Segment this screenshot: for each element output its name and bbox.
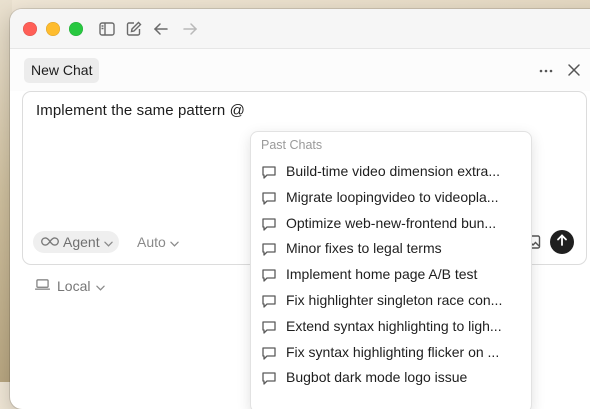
agent-mode-label: Agent xyxy=(63,234,100,250)
app-window: New Chat Implement the same pattern @ Ag xyxy=(10,9,590,409)
past-chat-label: Migrate loopingvideo to videopla... xyxy=(286,188,499,205)
more-horizontal-icon[interactable] xyxy=(537,63,555,79)
past-chat-item[interactable]: Optimize web-new-frontend bun... xyxy=(251,211,531,237)
chat-bubble-icon xyxy=(261,241,277,257)
past-chat-item[interactable]: Implement home page A/B test xyxy=(251,262,531,288)
composer-input-text[interactable]: Implement the same pattern @ xyxy=(36,102,245,119)
environment-dropdown[interactable]: Local xyxy=(34,276,106,296)
chat-bubble-icon xyxy=(261,190,277,206)
send-button[interactable] xyxy=(550,230,574,254)
past-chats-header: Past Chats xyxy=(261,138,323,152)
past-chat-label: Fix highlighter singleton race con... xyxy=(286,292,503,308)
close-window-button[interactable] xyxy=(23,22,37,36)
chat-bubble-icon xyxy=(261,370,277,386)
chat-bubble-icon xyxy=(261,216,277,232)
past-chat-label: Fix syntax highlighting flicker on ... xyxy=(286,343,500,360)
past-chat-item[interactable]: Build-time video dimension extra... xyxy=(251,159,531,185)
minimize-window-button[interactable] xyxy=(46,22,60,36)
past-chat-item[interactable]: Fix syntax highlighting flicker on ... xyxy=(251,340,531,366)
past-chat-item[interactable]: Bugbot dark mode logo issue xyxy=(251,365,531,391)
zoom-window-button[interactable] xyxy=(69,22,83,36)
laptop-icon xyxy=(34,276,51,296)
environment-label: Local xyxy=(57,278,91,294)
title-bar xyxy=(10,9,590,49)
past-chat-label: Optimize web-new-frontend bun... xyxy=(286,214,497,231)
chevron-down-icon xyxy=(103,231,113,253)
chat-bubble-icon xyxy=(261,345,277,361)
past-chat-item[interactable]: Fix highlighter singleton race con... xyxy=(251,288,531,314)
past-chat-item[interactable]: Migrate loopingvideo to videopla... xyxy=(251,185,531,211)
past-chat-label: Minor fixes to legal terms xyxy=(286,240,442,257)
past-chat-item[interactable]: Minor fixes to legal terms xyxy=(251,236,531,262)
close-icon[interactable] xyxy=(566,62,582,78)
arrow-left-icon[interactable] xyxy=(152,20,170,38)
agent-mode-dropdown[interactable]: Agent xyxy=(33,231,119,253)
past-chats-popover: Past Chats Build-time video dimension ex… xyxy=(250,131,532,409)
chat-bubble-icon xyxy=(261,293,277,309)
sidebar-toggle-icon[interactable] xyxy=(98,20,116,38)
infinity-icon xyxy=(41,231,59,253)
model-dropdown[interactable]: Auto xyxy=(137,231,179,253)
tab-new-chat[interactable]: New Chat xyxy=(24,58,100,83)
past-chat-label: Build-time video dimension extra... xyxy=(286,163,500,179)
arrow-up-icon xyxy=(556,233,568,251)
compose-icon[interactable] xyxy=(125,20,143,38)
tab-bar: New Chat xyxy=(10,49,590,91)
chevron-down-icon xyxy=(170,231,179,253)
past-chat-label: Extend syntax highlighting to ligh... xyxy=(286,317,502,334)
model-label: Auto xyxy=(137,234,166,250)
chevron-down-icon xyxy=(96,276,106,296)
chat-bubble-icon xyxy=(261,164,277,180)
chat-bubble-icon xyxy=(261,319,277,335)
past-chat-label: Implement home page A/B test xyxy=(286,266,478,283)
past-chat-item[interactable]: Extend syntax highlighting to ligh... xyxy=(251,314,531,340)
past-chat-label: Bugbot dark mode logo issue xyxy=(286,369,468,386)
arrow-right-icon[interactable] xyxy=(181,20,199,38)
chat-bubble-icon xyxy=(261,267,277,283)
